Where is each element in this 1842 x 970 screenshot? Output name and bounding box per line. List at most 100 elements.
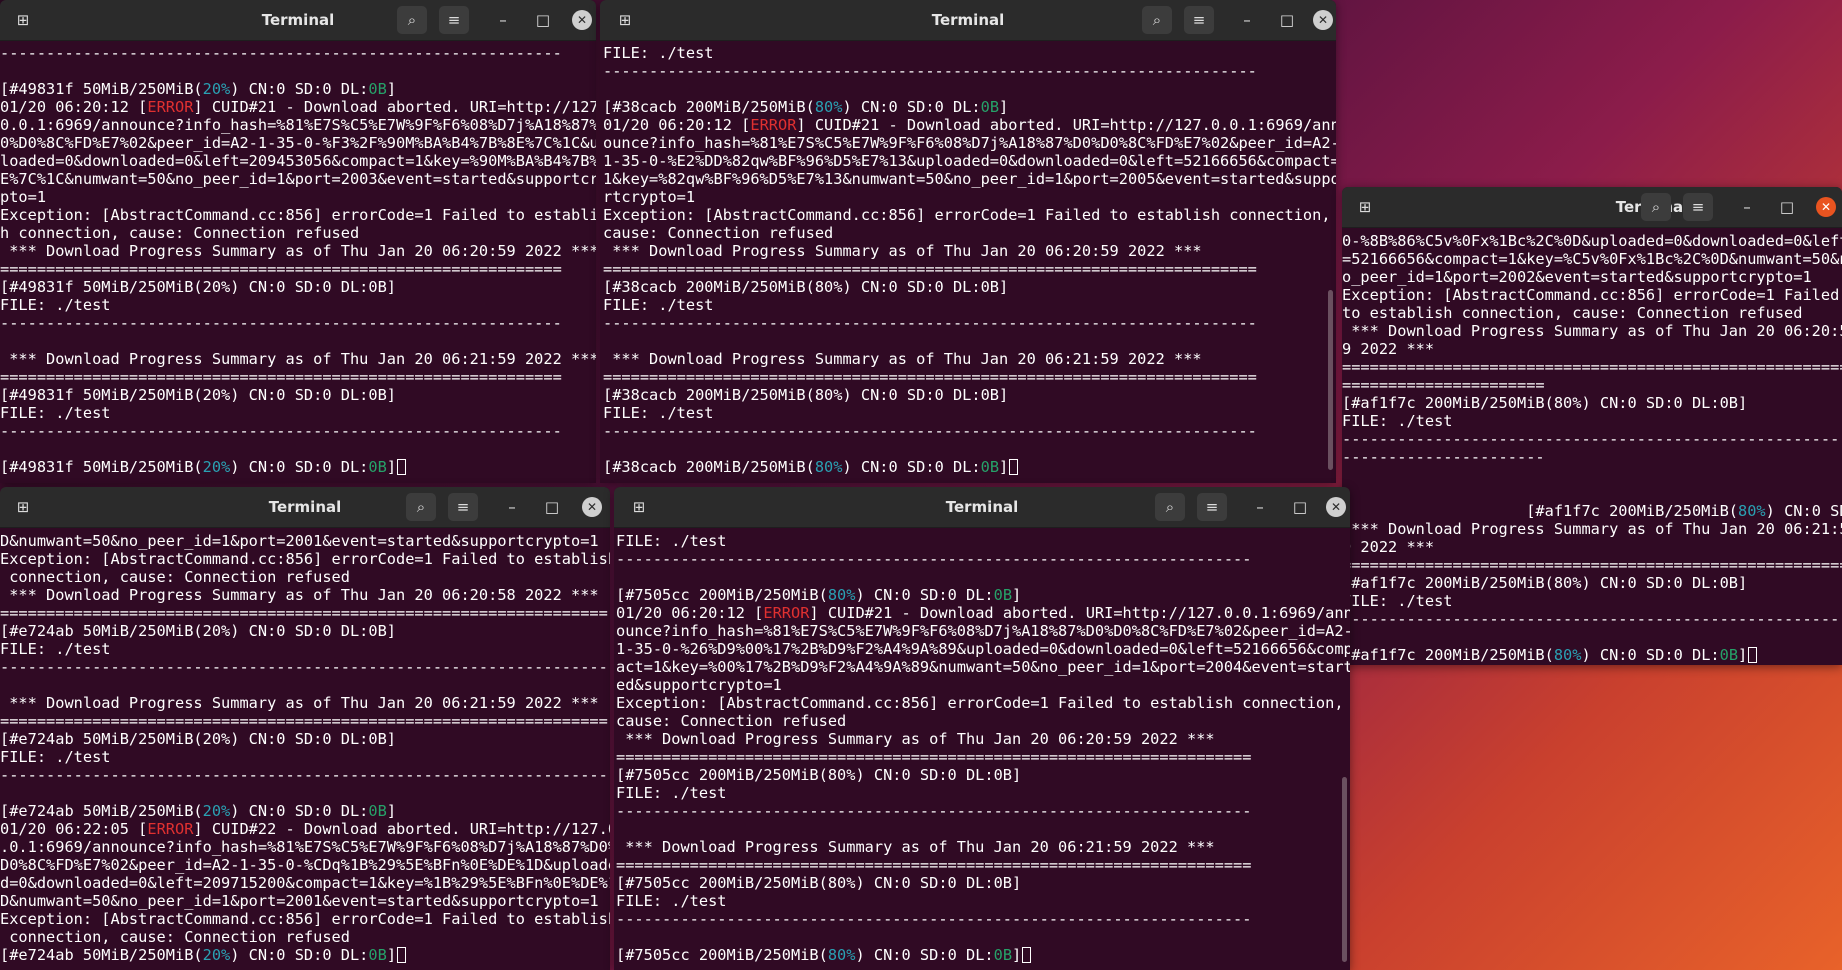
terminal-line: ========================================… (0, 712, 610, 730)
search-icon[interactable]: ⌕ (397, 6, 427, 34)
terminal-text: [#7505cc 200MiB/250MiB( (616, 586, 828, 604)
scrollbar[interactable] (1328, 290, 1333, 470)
terminal-window-top-left[interactable]: ⊞ Terminal ⌕ ≡ – □ ✕ -------------------… (0, 0, 596, 483)
terminal-text: ========================================… (603, 368, 1257, 386)
terminal-line: [#38cacb 200MiB/250MiB(80%) CN:0 SD:0 DL… (603, 278, 1336, 296)
terminal-window-top-middle[interactable]: ⊞ Terminal ⌕ ≡ – □ ✕ FILE: ./test -------… (600, 0, 1336, 483)
terminal-window-bottom-middle[interactable]: ⊞ Terminal ⌕ ≡ – □ ✕ FILE: ./test -------… (614, 487, 1350, 970)
terminal-text: FILE: ./test (616, 784, 727, 802)
terminal-line: ========================================… (616, 856, 1350, 874)
hamburger-menu-icon[interactable]: ≡ (439, 6, 469, 34)
terminal-line: ----------------------------------------… (0, 44, 596, 62)
terminal-text: h connection, cause: Connection refused (0, 224, 360, 242)
minimize-icon[interactable]: – (497, 493, 527, 521)
terminal-text: 9 2022 *** (1342, 538, 1435, 556)
terminal-line: ounce?info_hash=%81%E7S%C5%E7W%9F%F6%08%… (616, 622, 1350, 640)
maximize-icon[interactable]: □ (1285, 493, 1315, 521)
terminal-window-right[interactable]: ⊞ Terminal ⌕ ≡ – □ ✕ 0-%8B%86%C5v%0Fx%1B… (1342, 187, 1842, 665)
search-icon[interactable]: ⌕ (1641, 193, 1671, 221)
terminal-line: =52166656&compact=1&key=%C5v%0Fx%1Bc%2C%… (1342, 250, 1842, 268)
hamburger-menu-icon[interactable]: ≡ (448, 493, 478, 521)
close-icon[interactable]: ✕ (1816, 197, 1836, 217)
terminal-text: D0%8C%FD%E7%02&peer_id=A2-1-35-0-%CDq%1B… (0, 856, 610, 874)
terminal-text: 9 2022 *** (1342, 340, 1435, 358)
maximize-icon[interactable]: □ (528, 6, 558, 34)
terminal-text: to establish connection, cause: Connecti… (1342, 304, 1803, 322)
terminal-line: ========================================… (1342, 556, 1842, 574)
terminal-line: 9 2022 *** (1342, 340, 1842, 358)
terminal-text: Exception: [AbstractCommand.cc:856] erro… (616, 694, 1344, 712)
terminal-line: o_peer_id=1&port=2002&event=started&supp… (1342, 268, 1842, 286)
terminal-text: [#af1f7c 200MiB/250MiB( (1342, 646, 1554, 664)
terminal-text: o_peer_id=1&port=2002&event=started&supp… (1342, 268, 1812, 286)
terminal-text: [#49831f 50MiB/250MiB( (0, 80, 203, 98)
terminal-text: *** Download Progress Summary as of Thu … (603, 350, 1202, 368)
terminal-text: Exception: [AbstractCommand.cc:856] erro… (0, 550, 610, 568)
search-icon[interactable]: ⌕ (1155, 493, 1185, 521)
new-tab-icon[interactable]: ⊞ (8, 493, 38, 521)
terminal-text: ] CUID#21 - Download aborted. URI=http:/… (796, 116, 1336, 134)
terminal-line: Exception: [AbstractCommand.cc:856] erro… (1342, 286, 1842, 304)
terminal-line: [#af1f7c 200MiB/250MiB(80%) CN:0 SD (1342, 502, 1842, 520)
download-rate: 0B (1719, 646, 1739, 664)
title-bar[interactable]: ⊞ Terminal ⌕ ≡ – □ ✕ (1342, 187, 1842, 228)
terminal-text: E%7C%1C&numwant=50&no_peer_id=1&port=200… (0, 170, 596, 188)
search-icon[interactable]: ⌕ (1142, 6, 1172, 34)
progress-percent: 80% (1738, 502, 1766, 520)
terminal-window-bottom-left[interactable]: ⊞ Terminal ⌕ ≡ – □ ✕ D&numwant=50&no_pee… (0, 487, 610, 970)
new-tab-icon[interactable]: ⊞ (610, 6, 640, 34)
terminal-text: 01/20 06:20:12 [ (616, 604, 764, 622)
terminal-text: 0.0.1:6969/announce?info_hash=%81%E7S%C5… (0, 116, 596, 134)
terminal-text: ========================================… (603, 260, 1257, 278)
terminal-output[interactable]: FILE: ./test ----------------------------… (600, 44, 1336, 483)
new-tab-icon[interactable]: ⊞ (1350, 193, 1380, 221)
close-icon[interactable]: ✕ (582, 497, 602, 517)
maximize-icon[interactable]: □ (1772, 193, 1802, 221)
terminal-line: FILE: ./test (616, 784, 1350, 802)
progress-percent: 80% (827, 586, 856, 604)
hamburger-menu-icon[interactable]: ≡ (1683, 193, 1713, 221)
terminal-text: ----------------------------------------… (616, 802, 1252, 820)
minimize-icon[interactable]: – (1232, 6, 1262, 34)
new-tab-icon[interactable]: ⊞ (624, 493, 654, 521)
title-bar[interactable]: ⊞ Terminal ⌕ ≡ – □ ✕ (0, 487, 610, 528)
search-icon[interactable]: ⌕ (406, 493, 436, 521)
terminal-line: connection, cause: Connection refused (0, 928, 610, 946)
terminal-line: FILE: ./test (603, 44, 1336, 62)
terminal-line: ========================================… (616, 748, 1350, 766)
terminal-text: ] (1012, 946, 1022, 964)
scrollbar[interactable] (1342, 777, 1347, 962)
terminal-line: D&numwant=50&no_peer_id=1&port=2001&even… (0, 532, 610, 550)
title-bar[interactable]: ⊞ Terminal ⌕ ≡ – □ ✕ (0, 0, 596, 41)
terminal-text: ] CUID#21 - Download aborted. URI=http:/… (809, 604, 1350, 622)
terminal-output[interactable]: 0-%8B%86%C5v%0Fx%1Bc%2C%0D&uploaded=0&do… (1342, 232, 1842, 665)
terminal-line: FILE: ./test (1342, 592, 1842, 610)
minimize-icon[interactable]: – (1732, 193, 1762, 221)
terminal-text: ) CN:0 SD:0 DL: (230, 80, 369, 98)
terminal-output[interactable]: D&numwant=50&no_peer_id=1&port=2001&even… (0, 532, 610, 970)
minimize-icon[interactable]: – (1245, 493, 1275, 521)
terminal-line: [#7505cc 200MiB/250MiB(80%) CN:0 SD:0 DL… (616, 766, 1350, 784)
new-tab-icon[interactable]: ⊞ (8, 6, 38, 34)
title-bar[interactable]: ⊞ Terminal ⌕ ≡ – □ ✕ (600, 0, 1336, 41)
minimize-icon[interactable]: – (488, 6, 518, 34)
terminal-line: ----------------------------------------… (0, 314, 596, 332)
terminal-output[interactable]: FILE: ./test ----------------------------… (614, 532, 1350, 970)
terminal-line: ed&supportcrypto=1 (616, 676, 1350, 694)
terminal-text: Exception: [AbstractCommand.cc:856] erro… (1342, 286, 1840, 304)
maximize-icon[interactable]: □ (537, 493, 567, 521)
terminal-output[interactable]: ----------------------------------------… (0, 44, 596, 483)
hamburger-menu-icon[interactable]: ≡ (1184, 6, 1214, 34)
terminal-line: 0-%8B%86%C5v%0Fx%1Bc%2C%0D&uploaded=0&do… (1342, 232, 1842, 250)
title-bar[interactable]: ⊞ Terminal ⌕ ≡ – □ ✕ (614, 487, 1350, 528)
progress-percent: 80% (827, 946, 856, 964)
terminal-line: ----------------------------------------… (0, 658, 610, 676)
close-icon[interactable]: ✕ (1326, 497, 1346, 517)
close-icon[interactable]: ✕ (572, 10, 592, 30)
maximize-icon[interactable]: □ (1272, 6, 1302, 34)
close-icon[interactable]: ✕ (1313, 10, 1333, 30)
hamburger-menu-icon[interactable]: ≡ (1197, 493, 1227, 521)
terminal-text: FILE: ./test (0, 296, 111, 314)
